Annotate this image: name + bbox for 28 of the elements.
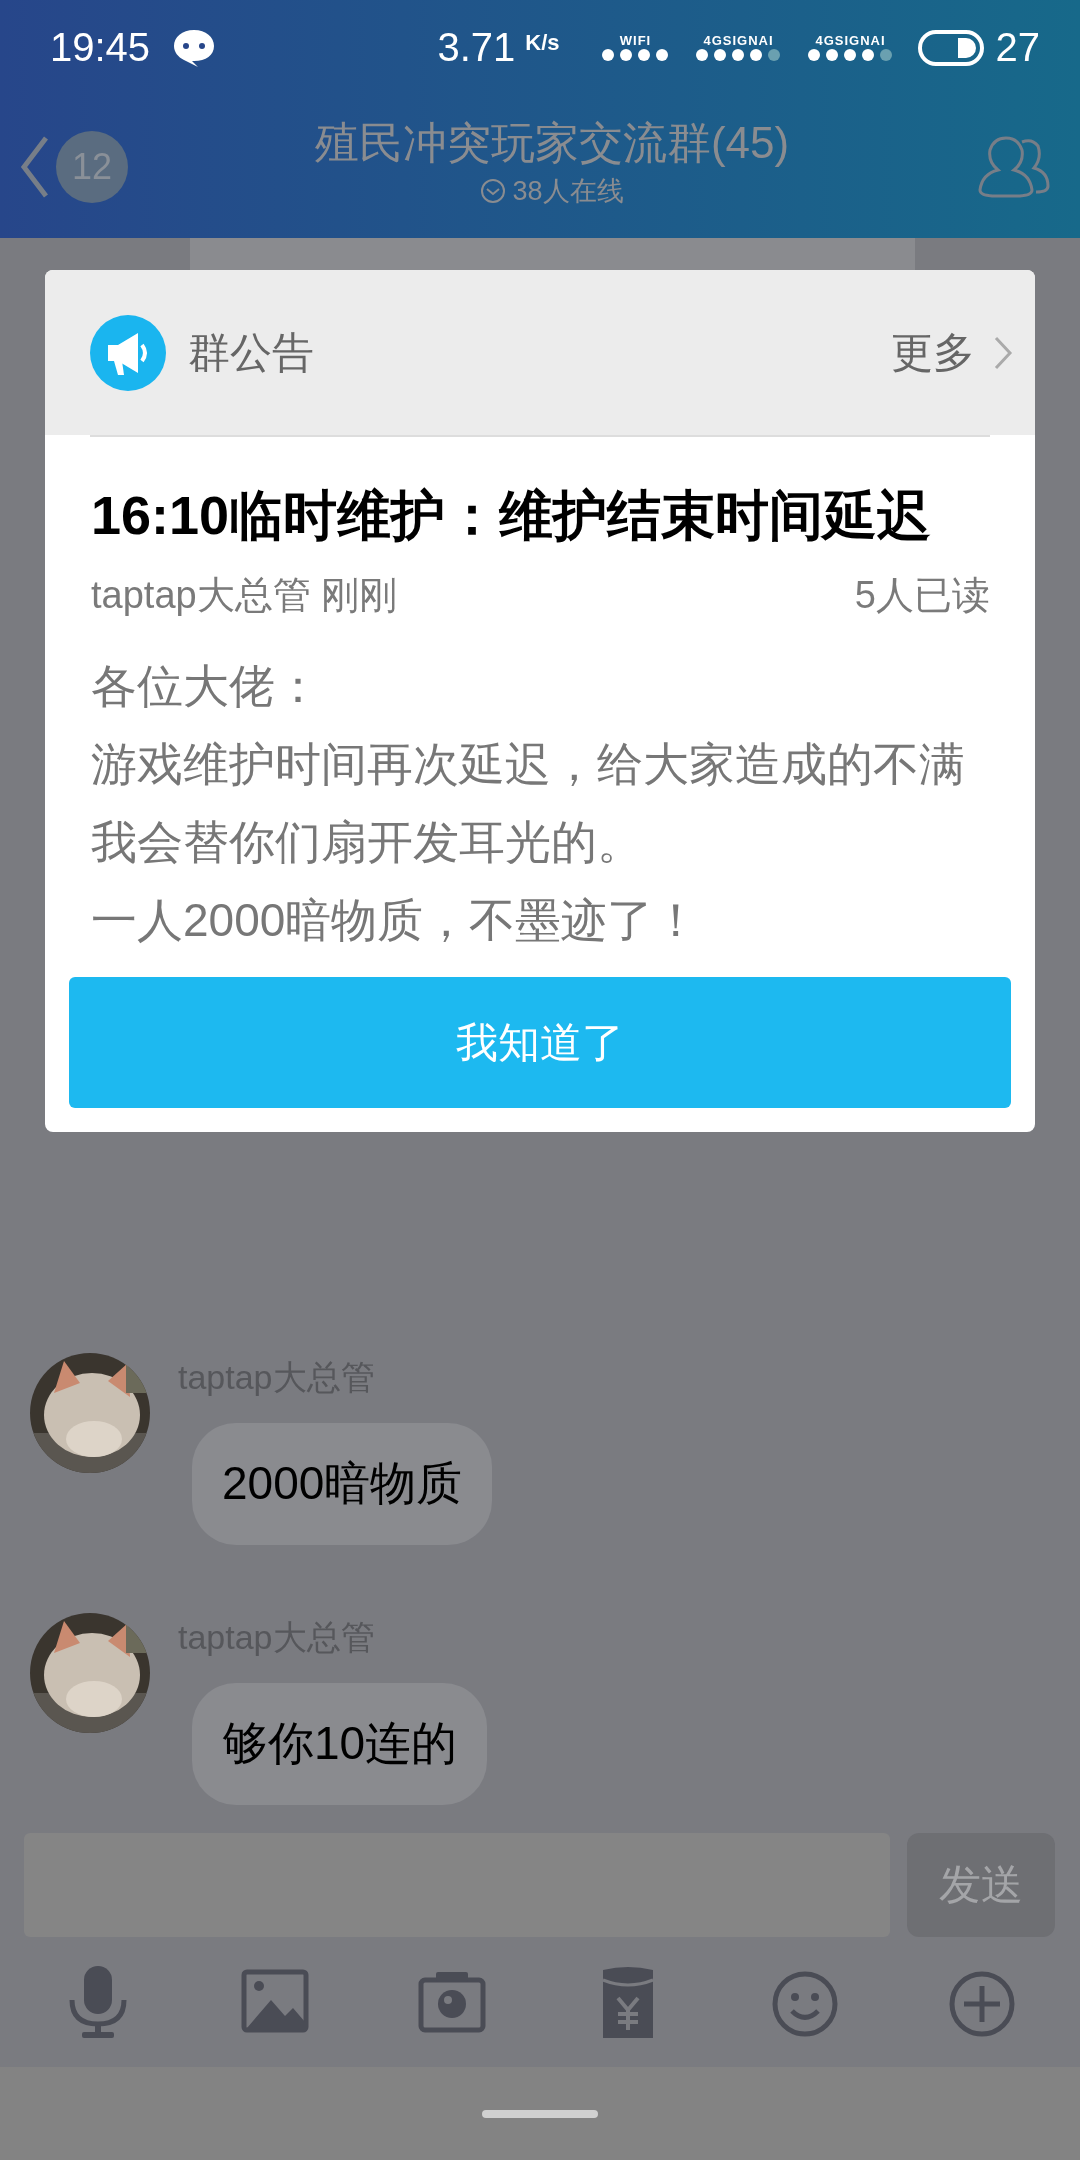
battery-level: 27	[995, 25, 1040, 70]
message-bubble: 够你10连的	[192, 1683, 488, 1805]
chat-bubble-icon	[172, 27, 217, 68]
author-name: taptap大总管	[91, 573, 311, 618]
wifi-label: WIFI	[619, 33, 652, 48]
group-title: 殖民冲突玩家交流群(45)	[314, 117, 790, 169]
announcement-text: 一人2000暗物质，不墨迹了！	[91, 893, 701, 948]
announcement-title: 16:10临时维护：维护结束时间延迟	[91, 484, 933, 547]
clock: 19:45	[50, 25, 151, 70]
more-link[interactable]: 更多	[891, 324, 1013, 381]
home-indicator[interactable]	[482, 2109, 598, 2118]
network-speed: 3.71	[437, 25, 516, 70]
online-count: 38人在线	[512, 175, 624, 208]
chevron-down-circle-icon[interactable]	[480, 178, 507, 204]
message-bubble: 2000暗物质	[192, 1423, 493, 1545]
post-time: 刚刚	[320, 573, 397, 618]
announcement-text: 各位大佬：	[91, 659, 322, 714]
chevron-right-icon	[993, 334, 1013, 371]
acknowledge-button[interactable]: 我知道了	[69, 977, 1011, 1108]
signal-label: 4GSIGNAI	[703, 33, 774, 48]
signal-label: 4GSIGNAI	[815, 33, 886, 48]
back-icon[interactable]	[20, 134, 50, 199]
announcement-text: 游戏维护时间再次延迟，给大家造成的不满我会替你们扇开发耳光的。	[91, 737, 966, 870]
speed-unit: K/s	[525, 30, 560, 56]
megaphone-icon	[90, 314, 166, 391]
battery-icon	[917, 29, 984, 66]
read-count: 5人已读	[854, 573, 990, 618]
dialog-heading: 群公告	[188, 327, 315, 378]
